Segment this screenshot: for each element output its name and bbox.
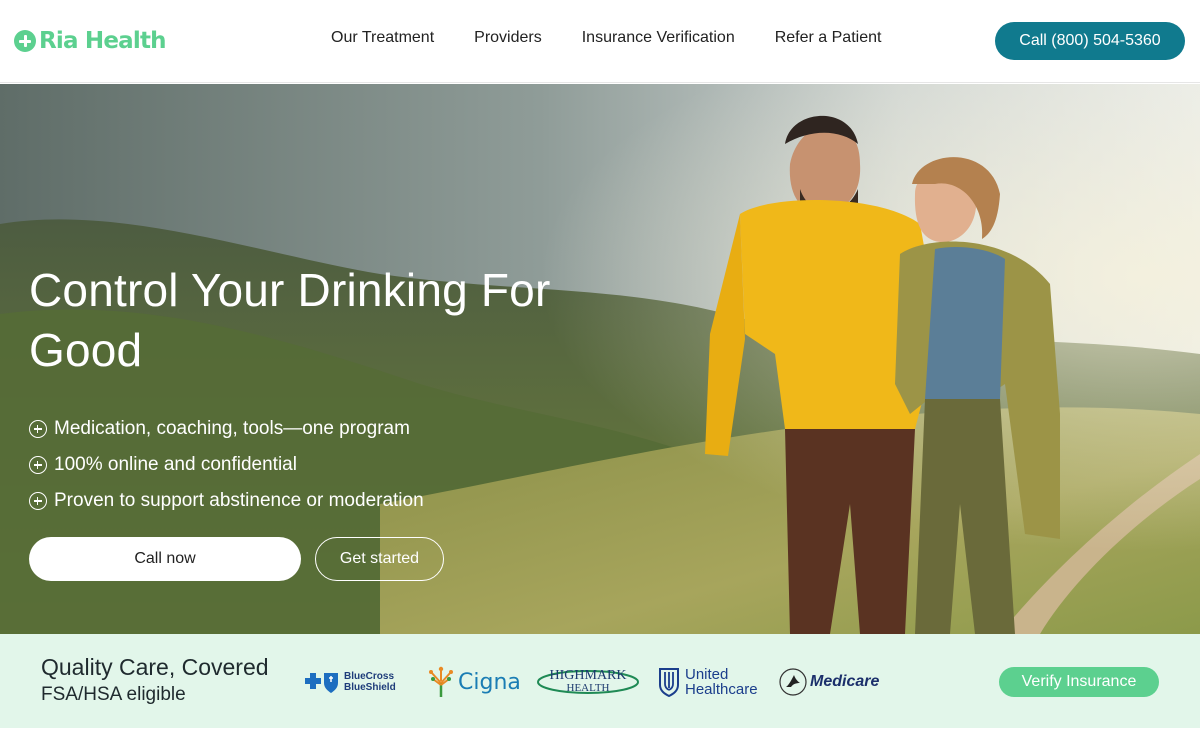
benefit-text: 100% online and confidential: [54, 454, 297, 475]
insurance-subheading: FSA/HSA eligible: [41, 684, 186, 705]
cigna-tree-icon: [429, 666, 453, 697]
benefit-text: Proven to support abstinence or moderati…: [54, 490, 424, 511]
call-phone-button[interactable]: Call (800) 504-5360: [995, 22, 1185, 60]
cigna-logo: Cigna: [426, 662, 521, 702]
benefit-item: Medication, coaching, tools—one program: [29, 411, 424, 447]
benefit-item: Proven to support abstinence or moderati…: [29, 483, 424, 519]
nav-refer-a-patient[interactable]: Refer a Patient: [775, 29, 882, 47]
ria-health-logo[interactable]: Ria Health: [14, 26, 167, 56]
get-started-button[interactable]: Get started: [315, 537, 444, 581]
nav-insurance-verification[interactable]: Insurance Verification: [582, 29, 735, 47]
united-healthcare-logo: United Healthcare: [658, 662, 760, 702]
plus-circle-icon: [29, 456, 47, 474]
benefit-item: 100% online and confidential: [29, 447, 424, 483]
verify-insurance-button[interactable]: Verify Insurance: [999, 667, 1159, 697]
hero-section: Control Your Drinking For Good Medicatio…: [0, 84, 1200, 634]
hero-benefits-list: Medication, coaching, tools—one program …: [29, 411, 424, 519]
cigna-wordmark: Cigna: [458, 669, 521, 695]
call-now-button[interactable]: Call now: [29, 537, 301, 581]
uhc-shield-icon: [659, 668, 679, 697]
insurance-heading: Quality Care, Covered: [41, 654, 269, 680]
hero-headline: Control Your Drinking For Good: [29, 264, 551, 376]
benefit-text: Medication, coaching, tools—one program: [54, 418, 410, 439]
medicare-logo: Medicare: [778, 662, 880, 702]
highmark-line2: HEALTH: [566, 682, 610, 694]
uhc-line2: Healthcare: [685, 681, 758, 698]
medicare-wordmark: Medicare: [810, 673, 880, 690]
bcbs-line1: BlueCross: [344, 671, 395, 682]
plus-circle-icon: [29, 492, 47, 510]
bcbs-line2: BlueShield: [344, 682, 396, 693]
nav-providers[interactable]: Providers: [474, 29, 542, 47]
plus-circle-icon: [14, 30, 36, 52]
bluecross-blueshield-logo: BlueCross BlueShield: [303, 662, 407, 702]
uhc-line1: United: [685, 666, 729, 683]
highmark-health-logo: HIGHMARK HEALTH: [536, 662, 640, 702]
main-nav: Our Treatment Providers Insurance Verifi…: [331, 29, 881, 47]
brand-name: Ria Health: [39, 28, 167, 54]
page-bottom-strip: [0, 728, 1200, 750]
insurance-band: Quality Care, Covered FSA/HSA eligible B…: [0, 634, 1200, 728]
plus-circle-icon: [29, 420, 47, 438]
nav-our-treatment[interactable]: Our Treatment: [331, 29, 434, 47]
bluecross-blueshield-icon: [305, 673, 338, 693]
highmark-line1: HIGHMARK: [549, 668, 627, 683]
hhs-eagle-icon: [779, 668, 807, 696]
site-header: Ria Health Our Treatment Providers Insur…: [0, 0, 1200, 83]
